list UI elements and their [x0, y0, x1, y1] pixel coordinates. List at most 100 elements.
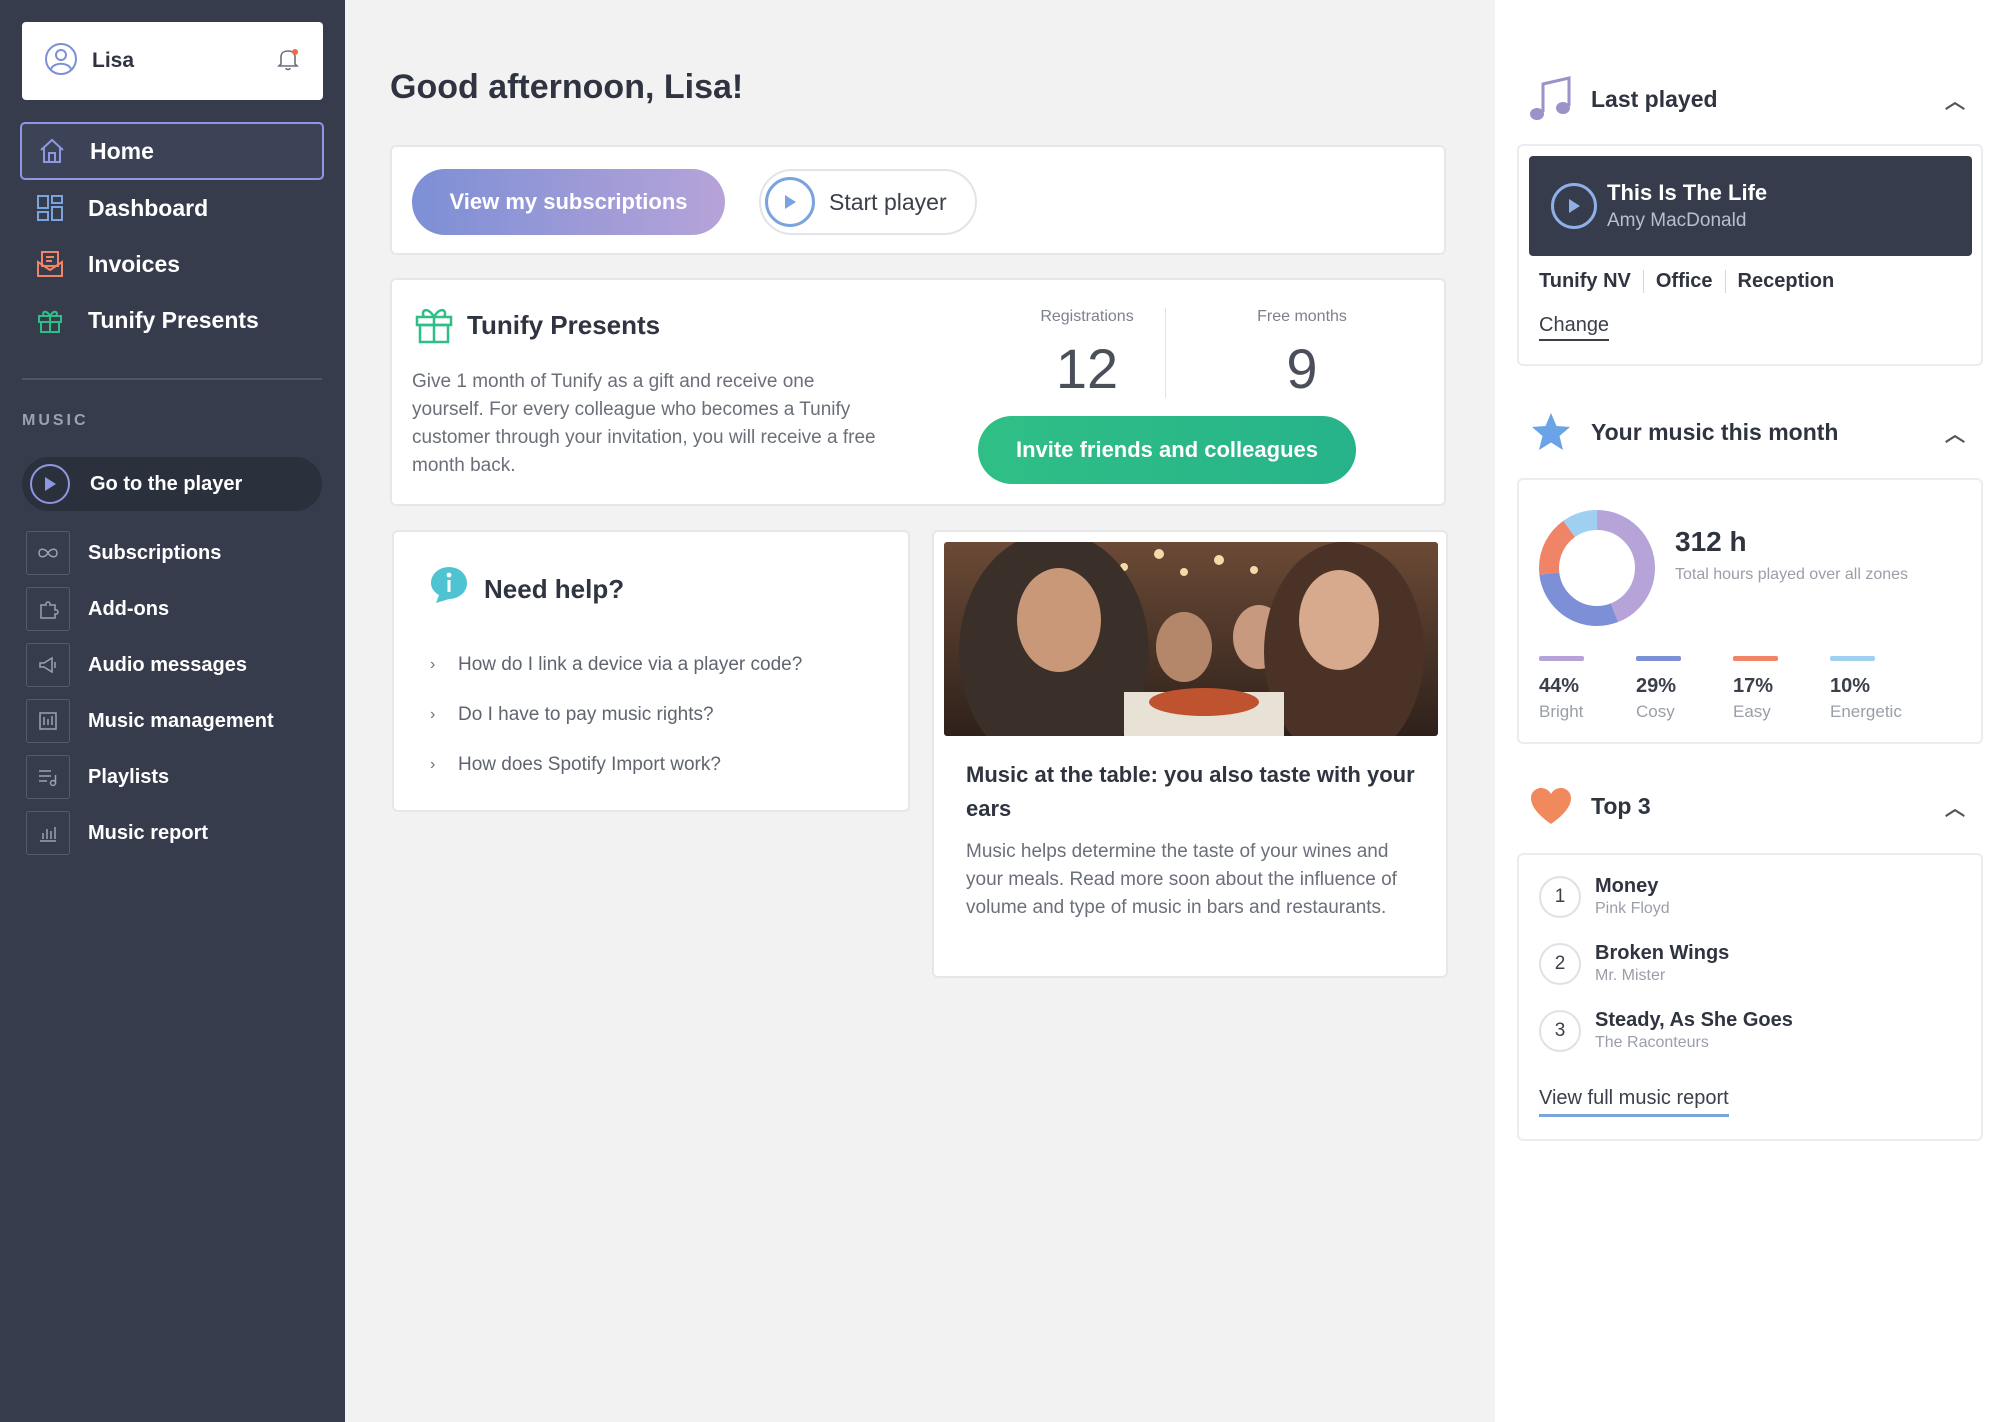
- mood-name: Bright: [1539, 702, 1584, 721]
- go-to-player-button[interactable]: Go to the player: [22, 457, 322, 511]
- total-hours: 312 h: [1675, 526, 1747, 557]
- playlist-icon: [26, 755, 70, 799]
- invite-button[interactable]: Invite friends and colleagues: [978, 416, 1356, 484]
- music-note-icon: [1525, 74, 1577, 124]
- top-track[interactable]: 3 Steady, As She Goes The Raconteurs: [1539, 1009, 1793, 1052]
- sidebar-label-subscriptions: Subscriptions: [88, 541, 222, 564]
- stat-divider: [1165, 308, 1166, 398]
- nav-item-invoices[interactable]: Invoices: [20, 236, 324, 292]
- gift-icon: [34, 304, 66, 336]
- registrations-value: 12: [1055, 337, 1119, 400]
- rank-badge: 3: [1539, 1009, 1581, 1052]
- sidebar-item-music-management[interactable]: Music management: [26, 693, 326, 749]
- track-artist: Mr. Mister: [1595, 967, 1666, 984]
- faq-item[interactable]: › Do I have to pay music rights?: [430, 690, 802, 740]
- faq-label: Do I have to pay music rights?: [458, 704, 714, 725]
- song-title: This Is The Life: [1607, 180, 1768, 205]
- top-track[interactable]: 2 Broken Wings Mr. Mister: [1539, 942, 1729, 985]
- zone-location: Office: [1642, 270, 1725, 293]
- sidebar: Lisa Home Dashboard Invoices Tunify Pres…: [0, 0, 345, 1422]
- mood-bar: [1636, 656, 1681, 661]
- notification-bell-icon[interactable]: [275, 46, 301, 77]
- chevron-up-icon[interactable]: ︿: [1945, 85, 1965, 114]
- sidebar-label-audio-messages: Audio messages: [88, 653, 247, 676]
- mood-easy: 17% Easy: [1733, 656, 1833, 722]
- view-music-report-link[interactable]: View full music report: [1539, 1087, 1729, 1117]
- nav-label-invoices: Invoices: [88, 250, 181, 277]
- chevron-up-icon[interactable]: ︿: [1945, 418, 1965, 447]
- view-subscriptions-button[interactable]: View my subscriptions: [412, 169, 725, 235]
- mood-percent: 17%: [1733, 675, 1774, 697]
- faq-label: How does Spotify Import work?: [458, 754, 721, 775]
- infinity-icon: [26, 531, 70, 575]
- go-to-player-label: Go to the player: [90, 472, 243, 495]
- registrations-stat: Registrations 12: [992, 308, 1182, 401]
- mood-bar: [1539, 656, 1584, 661]
- faq-item[interactable]: › How does Spotify Import work?: [430, 740, 802, 790]
- article-title: Music at the table: you also taste with …: [966, 762, 1415, 821]
- play-icon: [30, 464, 70, 504]
- gift-icon: [412, 302, 456, 351]
- mood-percent: 44%: [1539, 675, 1580, 697]
- nav-item-home[interactable]: Home: [20, 122, 324, 180]
- rank-badge: 2: [1539, 942, 1581, 985]
- mood-cosy: 29% Cosy: [1636, 656, 1736, 722]
- article-card[interactable]: Music at the table: you also taste with …: [932, 530, 1448, 978]
- nav-label-tunify-presents: Tunify Presents: [88, 306, 259, 333]
- track-title: Steady, As She Goes: [1595, 1009, 1793, 1031]
- nav-item-dashboard[interactable]: Dashboard: [20, 180, 324, 236]
- sidebar-item-add-ons[interactable]: Add-ons: [26, 581, 326, 637]
- music-nav: Subscriptions Add-ons Audio messages Mus…: [26, 525, 326, 861]
- sidebar-label-add-ons: Add-ons: [88, 597, 170, 620]
- article-photo: [944, 542, 1438, 736]
- dashboard-icon: [34, 192, 66, 224]
- home-icon: [36, 135, 68, 167]
- help-card: Need help? › How do I link a device via a…: [392, 530, 910, 812]
- right-panel: Last played ︿ This Is The Life Amy MacDo…: [1495, 0, 2000, 1422]
- top3-card: 1 Money Pink Floyd 2 Broken Wings Mr. Mi…: [1517, 853, 1983, 1141]
- sidebar-item-music-report[interactable]: Music report: [26, 805, 326, 861]
- music-month-header[interactable]: Your music this month ︿: [1525, 410, 1965, 454]
- free-months-label: Free months: [1257, 308, 1347, 325]
- mood-name: Cosy: [1636, 702, 1675, 721]
- last-played-header[interactable]: Last played ︿: [1525, 74, 1965, 124]
- zone-company: Tunify NV: [1539, 270, 1631, 292]
- mood-bright: 44% Bright: [1539, 656, 1639, 722]
- heart-icon: [1525, 786, 1577, 826]
- chevron-right-icon: ›: [430, 756, 436, 773]
- now-playing[interactable]: This Is The Life Amy MacDonald: [1529, 156, 1972, 256]
- sidebar-item-playlists[interactable]: Playlists: [26, 749, 326, 805]
- main-nav: Home Dashboard Invoices Tunify Presents: [20, 122, 324, 348]
- change-zone-link[interactable]: Change: [1539, 314, 1610, 341]
- play-icon: [1551, 183, 1597, 229]
- sidebar-label-music-report: Music report: [88, 821, 209, 844]
- megaphone-icon: [26, 643, 70, 687]
- user-card[interactable]: Lisa: [22, 22, 323, 100]
- mood-donut-chart: [1539, 510, 1655, 626]
- start-player-button[interactable]: Start player: [759, 169, 977, 235]
- info-chat-icon: [428, 564, 470, 611]
- song-artist: Amy MacDonald: [1607, 210, 1747, 231]
- chevron-up-icon[interactable]: ︿: [1945, 792, 1965, 821]
- top-track[interactable]: 1 Money Pink Floyd: [1539, 875, 1670, 918]
- faq-item[interactable]: › How do I link a device via a player cod…: [430, 640, 802, 690]
- start-player-label: Start player: [829, 188, 947, 215]
- sidebar-item-subscriptions[interactable]: Subscriptions: [26, 525, 326, 581]
- track-title: Broken Wings: [1595, 942, 1730, 964]
- mood-energetic: 10% Energetic: [1830, 656, 1930, 722]
- track-artist: The Raconteurs: [1595, 1034, 1709, 1051]
- last-played-card: This Is The Life Amy MacDonald Tunify NV…: [1517, 144, 1983, 366]
- rank-badge: 1: [1539, 875, 1581, 918]
- user-name: Lisa: [92, 49, 135, 72]
- sidebar-item-audio-messages[interactable]: Audio messages: [26, 637, 326, 693]
- tunify-presents-card: Tunify Presents Give 1 month of Tunify a…: [390, 278, 1446, 506]
- top3-header[interactable]: Top 3 ︿: [1525, 786, 1965, 826]
- free-months-stat: Free months 9: [1207, 308, 1397, 401]
- play-icon: [765, 177, 815, 227]
- faq-label: How do I link a device via a player code…: [458, 654, 803, 675]
- invoice-icon: [34, 248, 66, 280]
- nav-item-tunify-presents[interactable]: Tunify Presents: [20, 292, 324, 348]
- free-months-value: 9: [1286, 337, 1318, 400]
- zone-breadcrumb: Tunify NV Office Reception: [1539, 270, 1846, 293]
- bar-chart-icon: [26, 811, 70, 855]
